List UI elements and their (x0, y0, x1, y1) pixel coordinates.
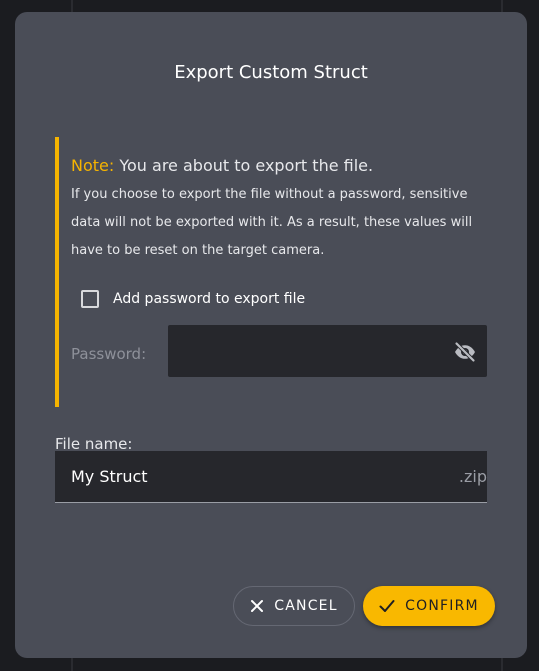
confirm-button-label: CONFIRM (405, 598, 479, 614)
confirm-button[interactable]: CONFIRM (363, 586, 495, 626)
add-password-checkbox[interactable] (81, 290, 99, 308)
note-headline: You are about to export the file. (114, 156, 374, 175)
dialog-title: Export Custom Struct (174, 62, 368, 83)
password-label: Password: (71, 345, 147, 363)
add-password-label: Add password to export file (113, 291, 306, 307)
export-dialog: Export Custom Struct Note: You are about… (15, 12, 527, 658)
note-description: If you choose to export the file without… (71, 187, 473, 258)
add-password-checkbox-row[interactable]: Add password to export file (81, 290, 305, 308)
cancel-button-label: CANCEL (274, 598, 338, 614)
close-icon (251, 600, 264, 612)
check-icon (379, 600, 395, 612)
cancel-button[interactable]: CANCEL (233, 586, 355, 626)
note-line: Note: You are about to export the file. (71, 156, 373, 175)
note-label: Note: (71, 156, 115, 175)
file-name-input[interactable]: My Struct .zip (55, 451, 487, 503)
password-input[interactable] (168, 325, 487, 377)
file-extension: .zip (458, 467, 487, 486)
note-box: Note: You are about to export the file. … (55, 137, 488, 407)
file-name-value[interactable]: My Struct (71, 467, 148, 486)
eye-off-icon[interactable] (453, 340, 477, 364)
